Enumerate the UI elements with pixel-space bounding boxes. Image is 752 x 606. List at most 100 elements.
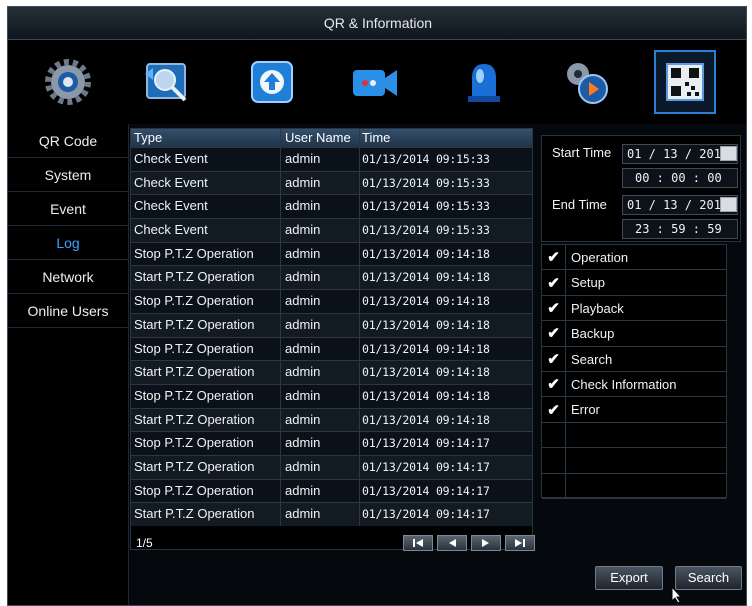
start-time-label: Start Time: [552, 145, 612, 160]
table-row[interactable]: Stop P.T.Z Operation admin 01/13/2014 09:1…: [131, 289, 532, 313]
table-row[interactable]: Start P.T.Z Operation admin 01/13/2014 09:…: [131, 312, 532, 337]
column-header-type[interactable]: Type: [131, 129, 281, 147]
cell-time: 01/13/2014 09:15:33: [362, 175, 490, 190]
checklist-item[interactable]: ✔ Setup: [542, 270, 726, 296]
checkbox[interactable]: ✔: [542, 270, 566, 295]
cell-type: Stop P.T.Z Operation: [131, 384, 281, 408]
mouse-cursor-icon: [671, 586, 683, 604]
calendar-icon[interactable]: [720, 197, 737, 212]
sidebar-item-log[interactable]: Log: [8, 226, 128, 260]
cell-type: Check Event: [131, 219, 281, 242]
cell-type: Start P.T.Z Operation: [131, 503, 281, 526]
table-row[interactable]: Stop P.T.Z Operation admin 01/13/2014 09:1…: [131, 336, 532, 361]
camera-record-icon[interactable]: [344, 50, 406, 114]
sidebar: QR Code System Event Log Network Online …: [8, 124, 129, 605]
checklist-label: Operation: [571, 250, 629, 265]
end-time-label: End Time: [552, 197, 607, 212]
cell-type: Start P.T.Z Operation: [131, 455, 281, 479]
column-header-time[interactable]: Time: [360, 129, 532, 147]
start-time-field[interactable]: 00 : 00 : 00: [622, 168, 738, 188]
table-row[interactable]: Stop P.T.Z Operation admin 01/13/2014 09:1…: [131, 241, 532, 266]
checklist-item[interactable]: ✔ Backup: [542, 321, 726, 347]
table-row[interactable]: Stop P.T.Z Operation admin 01/13/2014 09:1…: [131, 431, 532, 455]
cell-type: Start P.T.Z Operation: [131, 313, 281, 337]
checklist-item[interactable]: ✔ Check Information: [542, 371, 726, 398]
sidebar-item-system[interactable]: System: [8, 158, 128, 192]
upgrade-arrow-icon[interactable]: [241, 50, 303, 114]
cell-time: 01/13/2014 09:14:18: [362, 270, 490, 285]
checklist-item[interactable]: ✔ Error: [542, 397, 726, 423]
search-replay-icon[interactable]: [136, 50, 198, 114]
checklist-item[interactable]: ✔ Search: [542, 346, 726, 372]
checkbox[interactable]: ✔: [542, 245, 566, 270]
cell-type: Start P.T.Z Operation: [131, 266, 281, 290]
cell-time: 01/13/2014 09:14:18: [362, 317, 490, 332]
table-row[interactable]: Start P.T.Z Operation admin 01/13/2014 09:…: [131, 265, 532, 290]
first-page-icon[interactable]: [403, 535, 433, 551]
page-indicator: 1/5: [136, 536, 153, 550]
cell-type: Check Event: [131, 148, 281, 171]
table-row[interactable]: Start P.T.Z Operation admin 01/13/2014 09:…: [131, 502, 532, 526]
cell-time: 01/13/2014 09:14:18: [362, 341, 490, 356]
cell-time: 01/13/2014 09:14:17: [362, 483, 490, 498]
sidebar-item-event[interactable]: Event: [8, 192, 128, 226]
log-type-checklist: ✔ Operation ✔ Setup ✔ Playback ✔ Backup ✔ Search ✔…: [541, 244, 727, 499]
search-button[interactable]: Search: [675, 566, 742, 590]
next-page-icon[interactable]: [471, 535, 501, 551]
cell-time: 01/13/2014 09:15:33: [362, 152, 490, 166]
cell-time: 01/13/2014 09:15:33: [362, 199, 490, 214]
calendar-icon[interactable]: [720, 146, 737, 161]
cell-type: Check Event: [131, 195, 281, 219]
last-page-icon[interactable]: [505, 535, 535, 551]
sidebar-item-qr-code[interactable]: QR Code: [8, 124, 128, 158]
cell-time: 01/13/2014 09:14:18: [362, 365, 490, 380]
checkbox-empty: [542, 422, 566, 448]
checkbox[interactable]: ✔: [542, 397, 566, 422]
checkbox-empty: [542, 473, 566, 498]
checklist-item[interactable]: ✔ Playback: [542, 295, 726, 322]
cell-type: Start P.T.Z Operation: [131, 408, 281, 432]
checklist-label: Check Information: [571, 376, 677, 392]
cell-user-name: admin: [281, 219, 360, 242]
cell-user-name: admin: [281, 290, 360, 313]
table-row[interactable]: Stop P.T.Z Operation admin 01/13/2014 09:1…: [131, 478, 532, 503]
table-row[interactable]: Start P.T.Z Operation admin 01/13/2014 09:…: [131, 360, 532, 384]
cell-type: Stop P.T.Z Operation: [131, 242, 281, 266]
table-row[interactable]: Start P.T.Z Operation admin 01/13/2014 09:…: [131, 407, 532, 432]
checkbox[interactable]: ✔: [542, 295, 566, 321]
alarm-light-icon[interactable]: [453, 50, 515, 114]
sidebar-item-online-users[interactable]: Online Users: [8, 294, 128, 328]
log-table: Type User Name Time Check Event admin 01/1…: [130, 128, 533, 550]
end-time-value: 23 : 59 : 59: [635, 222, 722, 236]
cell-time: 01/13/2014 09:14:17: [362, 507, 490, 522]
cell-time: 01/13/2014 09:14:17: [362, 436, 490, 451]
table-row[interactable]: Check Event admin 01/13/2014 09:15:33: [131, 170, 532, 195]
cell-user-name: admin: [281, 171, 360, 195]
table-row[interactable]: Start P.T.Z Operation admin 01/13/2014 09:…: [131, 454, 532, 479]
end-time-field[interactable]: 23 : 59 : 59: [622, 219, 738, 239]
log-table-body: Check Event admin 01/13/2014 09:15:33 Check…: [131, 147, 532, 526]
network-settings-icon[interactable]: [555, 50, 617, 114]
column-header-user-name[interactable]: User Name: [281, 129, 360, 147]
checklist-label: Search: [571, 351, 613, 367]
qr-code-icon[interactable]: [654, 50, 716, 114]
cell-type: Start P.T.Z Operation: [131, 361, 281, 384]
checklist-label: Error: [571, 402, 600, 418]
table-row[interactable]: Check Event admin 01/13/2014 09:15:33: [131, 194, 532, 219]
cell-user-name: admin: [281, 313, 360, 337]
sidebar-item-network[interactable]: Network: [8, 260, 128, 294]
table-row[interactable]: Stop P.T.Z Operation admin 01/13/2014 09:1…: [131, 383, 532, 408]
checkbox[interactable]: ✔: [542, 346, 566, 371]
export-button[interactable]: Export: [595, 566, 663, 590]
cell-user-name: admin: [281, 408, 360, 432]
checkbox[interactable]: ✔: [542, 371, 566, 397]
prev-page-icon[interactable]: [437, 535, 467, 551]
checkbox[interactable]: ✔: [542, 321, 566, 346]
table-row[interactable]: Check Event admin 01/13/2014 09:15:33: [131, 218, 532, 242]
cell-user-name: admin: [281, 479, 360, 503]
settings-gear-icon[interactable]: [37, 50, 99, 114]
cell-user-name: admin: [281, 148, 360, 171]
checklist-item[interactable]: ✔ Operation: [542, 245, 726, 271]
table-row[interactable]: Check Event admin 01/13/2014 09:15:33: [131, 147, 532, 171]
cell-time: 01/13/2014 09:15:33: [362, 223, 490, 238]
